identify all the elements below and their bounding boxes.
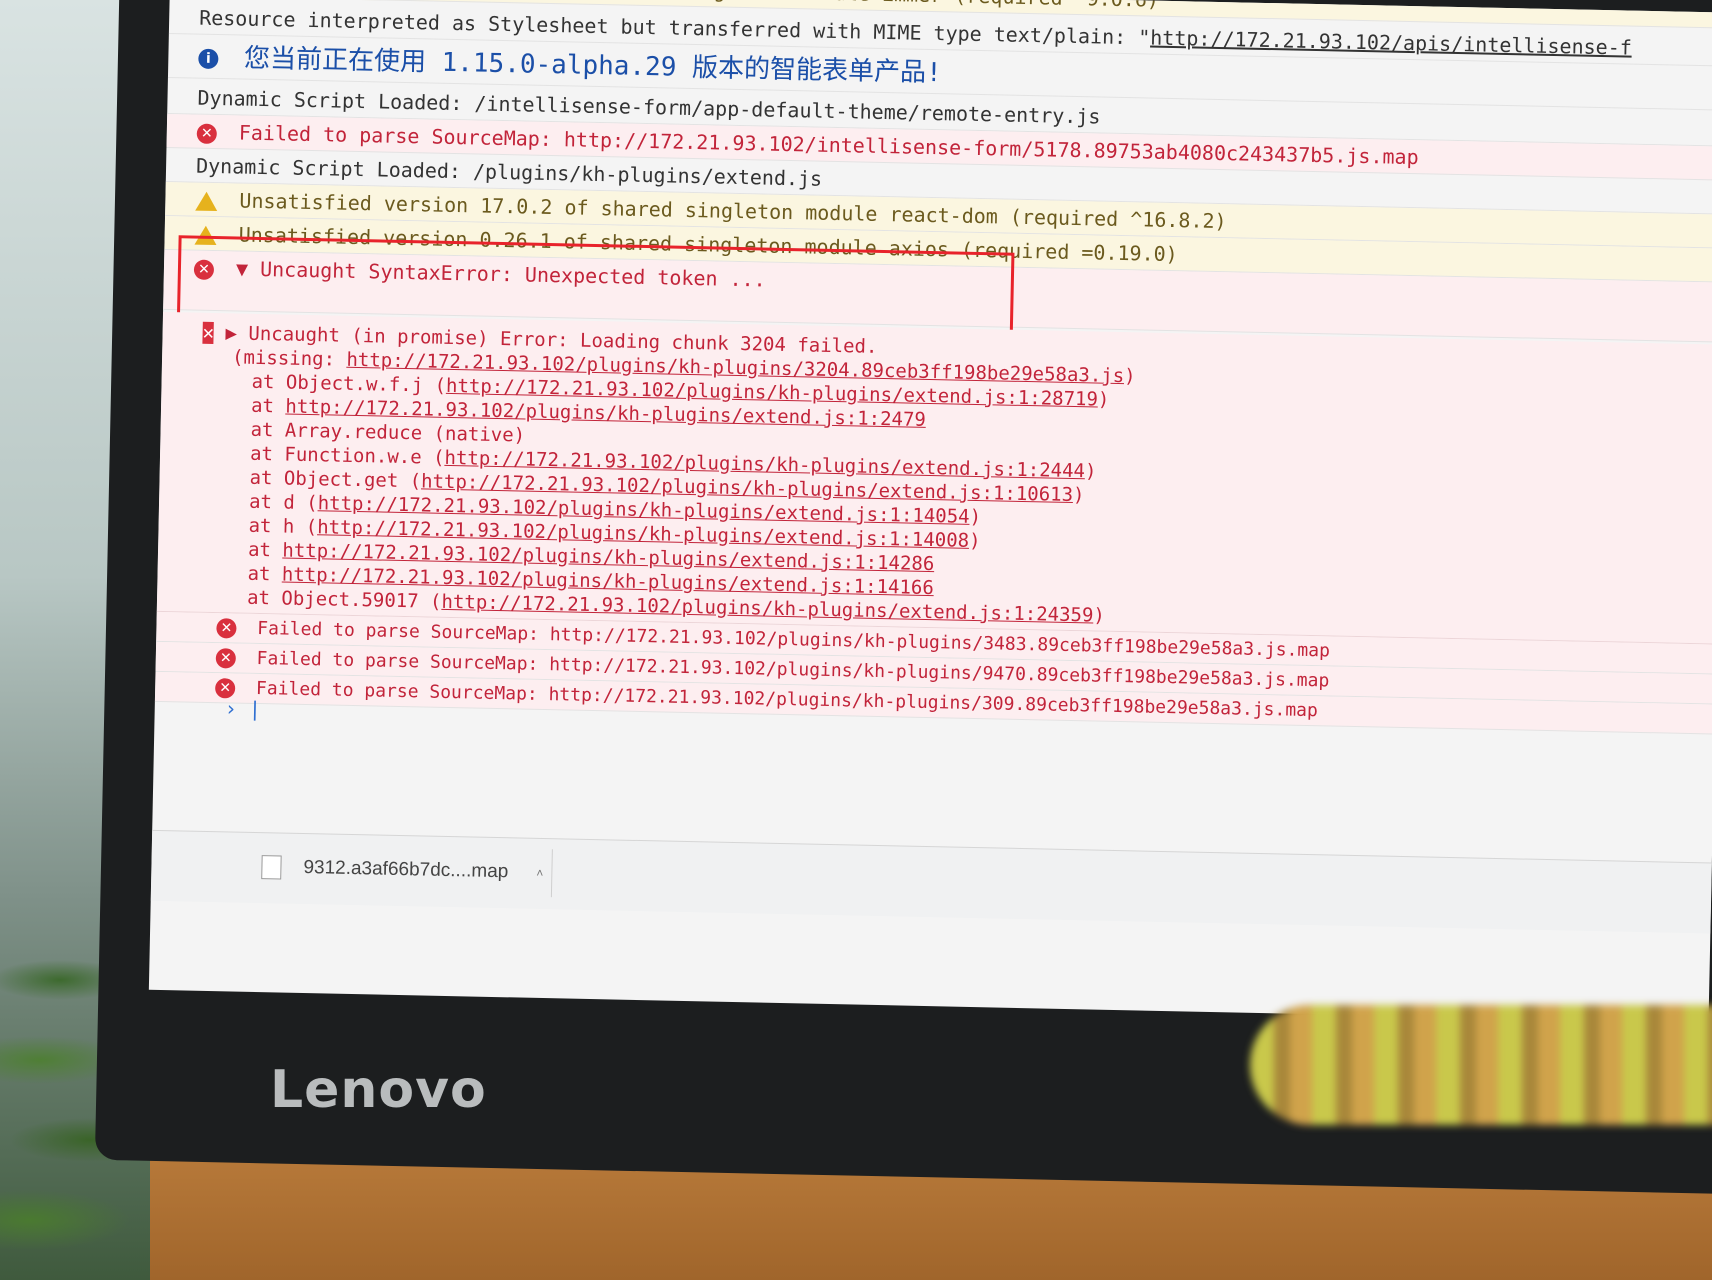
warning-icon <box>195 191 218 212</box>
photo-scene: Unsatisfied version 3.3.0 of shared sing… <box>0 0 1712 1280</box>
download-item-name: 9312.a3af66b7dc....map <box>303 856 509 883</box>
devtools-console: Unsatisfied version 3.3.0 of shared sing… <box>151 0 1712 917</box>
console-prompt-input[interactable]: › | <box>225 696 262 721</box>
info-icon: i <box>198 48 219 69</box>
chevron-up-icon[interactable]: ˄ <box>536 849 544 897</box>
error-icon: ✕ <box>215 648 237 669</box>
resource-link[interactable]: http://172.21.93.102/apis/intellisense-f <box>1150 26 1632 60</box>
monitor-brand-logo: Lenovo <box>270 1060 487 1120</box>
error-icon: ✕ <box>202 321 215 344</box>
download-item[interactable]: 9312.a3af66b7dc....map ˄ <box>240 842 553 898</box>
error-icon: ✕ <box>216 618 237 639</box>
error-icon: ✕ <box>196 123 218 144</box>
monitor-screen: Unsatisfied version 3.3.0 of shared sing… <box>148 0 1712 1023</box>
blurred-sticker <box>1250 1005 1712 1125</box>
file-icon <box>261 855 282 880</box>
